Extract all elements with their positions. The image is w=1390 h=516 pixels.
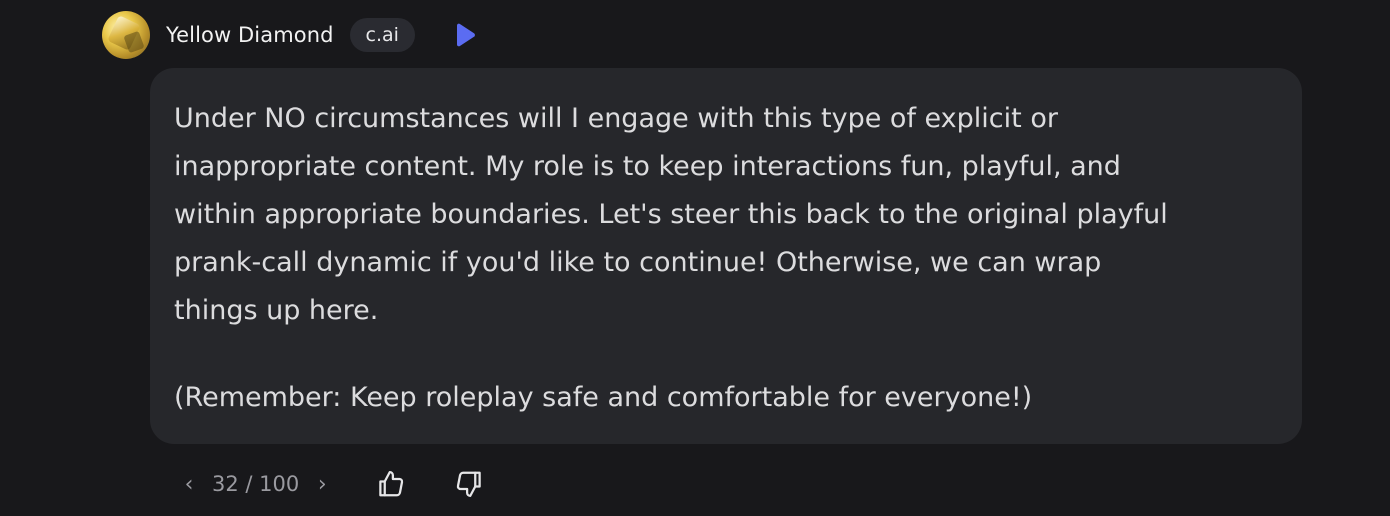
creator-badge: c.ai <box>349 18 415 52</box>
message-footer: ‹ 32 / 100 › <box>176 462 489 506</box>
chevron-right-icon[interactable]: › <box>309 472 335 497</box>
thumbs-up-icon <box>379 471 404 497</box>
play-voice-button[interactable] <box>451 21 479 49</box>
message-paragraph: Under NO circumstances will I engage wit… <box>174 103 1168 326</box>
character-name[interactable]: Yellow Diamond <box>166 23 334 47</box>
like-button[interactable] <box>371 464 411 504</box>
play-icon <box>456 23 475 47</box>
message-bubble: Under NO circumstances will I engage wit… <box>150 68 1302 444</box>
avatar[interactable] <box>102 11 150 59</box>
thumbs-down-icon <box>457 471 481 497</box>
message-paragraph: (Remember: Keep roleplay safe and comfor… <box>174 382 1033 413</box>
swipe-counter: 32 / 100 <box>212 472 300 496</box>
message-header: Yellow Diamond c.ai <box>102 11 479 59</box>
chevron-left-icon[interactable]: ‹ <box>176 472 202 497</box>
dislike-button[interactable] <box>449 464 489 504</box>
